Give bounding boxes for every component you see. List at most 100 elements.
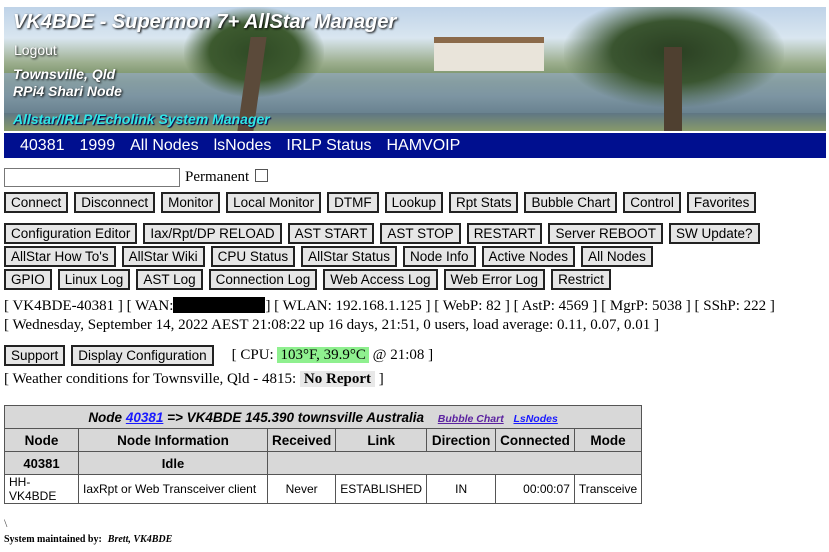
footer-label: System maintained by: (4, 534, 102, 545)
node-number-link[interactable]: 40381 (126, 410, 164, 425)
active-nodes-button[interactable]: Active Nodes (481, 246, 576, 267)
connect-button[interactable]: Connect (4, 192, 69, 213)
bubble-chart-link[interactable]: Bubble Chart (438, 413, 504, 425)
nav-link-all-nodes[interactable]: All Nodes (130, 137, 198, 155)
ast-start-button[interactable]: AST START (287, 223, 375, 244)
cell-mode: Transceive (573, 474, 643, 504)
nav-bar: 40381 1999 All Nodes lsNodes IRLP Status… (4, 133, 826, 158)
cpu-time: @ 21:08 ] (372, 347, 434, 363)
bubble-chart-button[interactable]: Bubble Chart (524, 192, 618, 213)
node-number-input[interactable] (4, 168, 180, 187)
cell-node-information: IaxRpt or Web Transceiver client (78, 474, 268, 504)
web-error-log-button[interactable]: Web Error Log (443, 269, 546, 290)
ast-log-button[interactable]: AST Log (136, 269, 203, 290)
column-header-connected: Connected (495, 428, 575, 452)
nav-link-lsnodes[interactable]: lsNodes (214, 137, 272, 155)
uptime-status-line: [ Wednesday, September 14, 2022 AEST 21:… (4, 317, 659, 333)
column-header-mode: Mode (573, 428, 643, 452)
monitor-button[interactable]: Monitor (161, 192, 221, 213)
nav-link-40381[interactable]: 40381 (20, 137, 65, 155)
footer-slash: \ (4, 516, 8, 530)
favorites-button[interactable]: Favorites (686, 192, 757, 213)
connection-log-button[interactable]: Connection Log (208, 269, 318, 290)
cell-node: HH-VK4BDE (4, 474, 79, 504)
column-header-node: Node (4, 428, 79, 452)
lookup-button[interactable]: Lookup (384, 192, 443, 213)
display-configuration-button[interactable]: Display Configuration (71, 345, 214, 366)
nav-link-irlp-status[interactable]: IRLP Status (286, 137, 371, 155)
control-button[interactable]: Control (623, 192, 681, 213)
redacted-wan-address (173, 297, 266, 314)
node-title-prefix: Node (88, 409, 123, 425)
permanent-label: Permanent (185, 169, 250, 185)
idle-node-info: Idle (78, 451, 268, 475)
table-row-idle: 40381 Idle (4, 451, 643, 475)
allstar-howtos-button[interactable]: AllStar How To's (4, 246, 116, 267)
reload-button[interactable]: Iax/Rpt/DP RELOAD (143, 223, 282, 244)
cpu-status: [ CPU: 103°F, 39.9°C @ 21:08 ] (232, 347, 433, 364)
banner-tree-trunk (664, 47, 682, 131)
cpu-row: Support Display Configuration [ CPU: 103… (4, 345, 433, 366)
logout-link[interactable]: Logout (14, 42, 57, 58)
weather-line: [ Weather conditions for Townsville, Qld… (4, 371, 384, 388)
weather-value: No Report (299, 371, 375, 387)
idle-node-number: 40381 (4, 451, 79, 475)
table-row: HH-VK4BDE IaxRpt or Web Transceiver clie… (4, 474, 643, 504)
column-header-node-information: Node Information (78, 428, 268, 452)
cell-link: ESTABLISHED (335, 474, 428, 504)
cell-connected: 00:00:07 (495, 474, 575, 504)
location-label: Townsville, Qld (13, 66, 116, 82)
gpio-button[interactable]: GPIO (4, 269, 52, 290)
linux-log-button[interactable]: Linux Log (57, 269, 131, 290)
column-header-received: Received (266, 428, 337, 452)
all-nodes-button[interactable]: All Nodes (581, 246, 653, 267)
idle-row-spacer (266, 451, 643, 475)
footer-maintainer: Brett, VK4BDE (107, 534, 173, 545)
button-row-4: GPIO Linux Log AST Log Connection Log We… (4, 269, 617, 290)
status-ports: ] [ WLAN: 192.168.1.125 ] [ WebP: 82 ] [… (265, 298, 775, 314)
allstar-wiki-button[interactable]: AllStar Wiki (121, 246, 205, 267)
web-access-log-button[interactable]: Web Access Log (323, 269, 438, 290)
weather-suffix: ] (378, 371, 384, 387)
button-row-3: AllStar How To's AllStar Wiki CPU Status… (4, 246, 659, 267)
node-table-title: Node 40381 => VK4BDE 145.390 townsville … (3, 405, 643, 429)
page-title: VK4BDE - Supermon 7+ AllStar Manager (13, 11, 397, 33)
node-description-label: RPi4 Shari Node (13, 83, 122, 99)
button-row-1: Connect Disconnect Monitor Local Monitor… (4, 192, 762, 213)
local-monitor-button[interactable]: Local Monitor (226, 192, 322, 213)
subtitle: Allstar/IRLP/Echolink System Manager (13, 111, 270, 127)
cell-received: Never (266, 474, 337, 504)
system-status-line: [ VK4BDE-40381 ] [ WAN: ] [ WLAN: 192.168… (4, 297, 775, 315)
status-prefix: [ VK4BDE-40381 ] [ WAN: (4, 298, 174, 314)
configuration-editor-button[interactable]: Configuration Editor (4, 223, 138, 244)
footer: System maintained by: Brett, VK4BDE (4, 534, 172, 545)
dtmf-button[interactable]: DTMF (327, 192, 379, 213)
restart-button[interactable]: RESTART (466, 223, 543, 244)
column-header-direction: Direction (426, 428, 497, 452)
nav-link-1999[interactable]: 1999 (80, 137, 116, 155)
banner-house-image (434, 37, 544, 71)
rpt-stats-button[interactable]: Rpt Stats (448, 192, 519, 213)
node-table: Node 40381 => VK4BDE 145.390 townsville … (3, 405, 643, 504)
support-button[interactable]: Support (4, 345, 66, 366)
node-table-header: Node Node Information Received Link Dire… (4, 428, 643, 452)
allstar-status-button[interactable]: AllStar Status (301, 246, 397, 267)
ast-stop-button[interactable]: AST STOP (380, 223, 461, 244)
lsnodes-link[interactable]: LsNodes (513, 413, 557, 425)
permanent-checkbox[interactable] (255, 169, 269, 182)
cell-direction: IN (426, 474, 497, 504)
sw-update-button[interactable]: SW Update? (668, 223, 760, 244)
disconnect-button[interactable]: Disconnect (74, 192, 156, 213)
node-info-button[interactable]: Node Info (402, 246, 476, 267)
node-input-row: Permanent (4, 168, 269, 187)
server-reboot-button[interactable]: Server REBOOT (548, 223, 663, 244)
cpu-status-button[interactable]: CPU Status (210, 246, 296, 267)
restrict-button[interactable]: Restrict (551, 269, 611, 290)
weather-label: [ Weather conditions for Townsville, Qld… (4, 371, 297, 387)
nav-link-hamvoip[interactable]: HAMVOIP (386, 137, 460, 155)
button-row-2: Configuration Editor Iax/Rpt/DP RELOAD A… (4, 223, 766, 244)
cpu-temperature: 103°F, 39.9°C (277, 347, 369, 363)
cpu-label: [ CPU: (231, 347, 274, 363)
header-banner: VK4BDE - Supermon 7+ AllStar Manager Log… (4, 7, 826, 131)
column-header-link: Link (335, 428, 428, 452)
